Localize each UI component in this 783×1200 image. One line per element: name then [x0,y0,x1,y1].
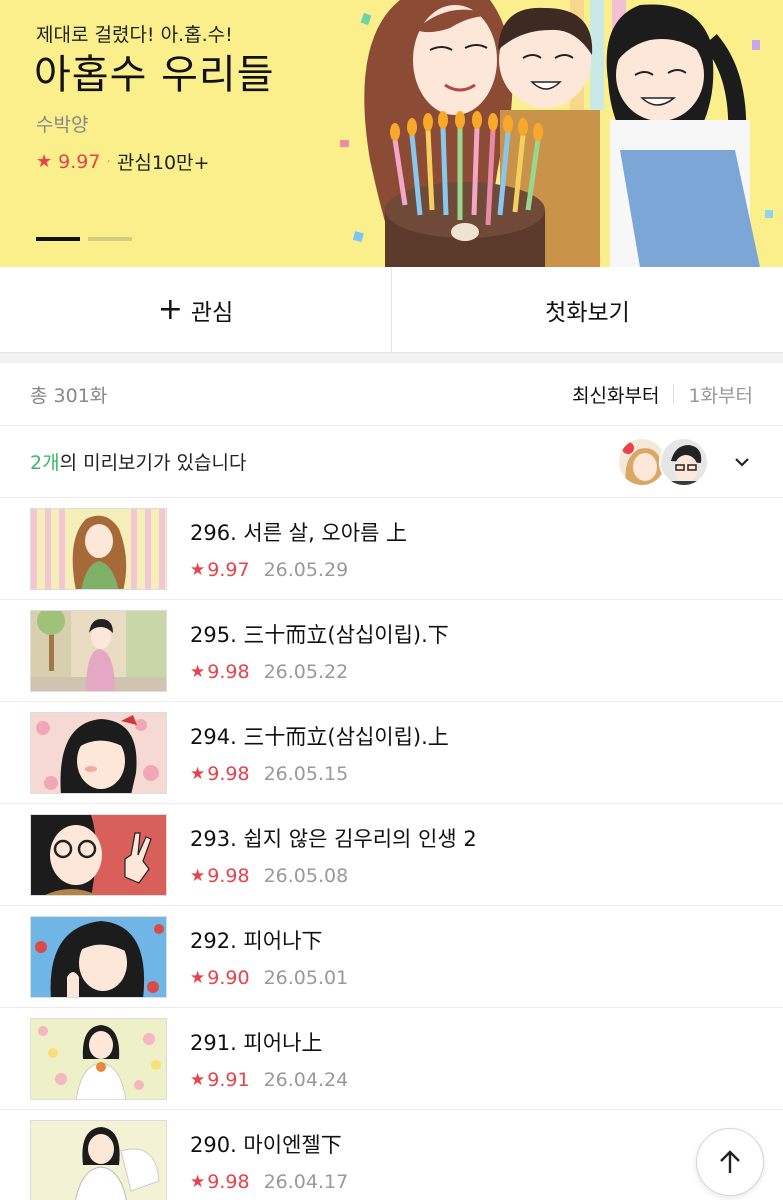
episode-title: 293. 쉽지 않은 김우리의 인생 2 [190,826,477,851]
series-title: 아홉수 우리들 [34,52,275,98]
episode-meta: ★ 9.98 26.05.08 [190,865,477,887]
interest-button-label: 관심 [190,299,234,326]
episode-date: 26.05.01 [263,966,349,989]
episode-date: 26.05.22 [263,660,349,683]
series-author[interactable]: 수박양 [36,110,88,137]
chevron-down-icon[interactable] [731,451,753,473]
episode-rating: 9.90 [207,966,250,989]
star-icon: ★ [190,967,206,988]
banner-pager[interactable] [36,237,132,241]
banner-artwork [340,0,783,267]
episode-info: 295. 三十而立(삼십이립).下 ★ 9.98 26.05.22 [190,619,449,683]
sort-separator [673,384,675,404]
pager-dot-active[interactable] [36,237,80,241]
episode-thumbnail [30,711,167,794]
episode-date: 26.05.08 [263,864,349,887]
episode-title: 295. 三十而立(삼십이립).下 [190,622,449,647]
episode-info: 290. 마이엔젤下 ★ 9.98 26.04.17 [190,1129,348,1193]
separator-dot: · [106,153,111,170]
episode-rating: 9.97 [207,558,250,581]
episode-date: 26.04.24 [263,1068,349,1091]
episode-list-header: 총 301화 최신화부터 1화부터 [0,363,783,426]
episode-date: 26.05.15 [263,762,349,785]
episode-thumbnail [30,507,167,590]
episode-item[interactable]: 290. 마이엔젤下 ★ 9.98 26.04.17 [0,1110,783,1200]
episode-info: 294. 三十而立(삼십이립).上 ★ 9.98 26.05.15 [190,721,449,785]
episode-title: 296. 서른 살, 오아름 上 [190,520,408,545]
sort-first-button[interactable]: 1화부터 [688,381,753,408]
episode-info: 291. 피어나上 ★ 9.91 26.04.24 [190,1027,348,1091]
series-rating: 9.97 [58,150,101,173]
sort-latest-button[interactable]: 최신화부터 [572,381,659,408]
episode-thumbnail [30,609,167,692]
episode-meta: ★ 9.98 26.04.17 [190,1171,348,1193]
episode-rating: 9.98 [207,864,250,887]
episode-info: 293. 쉽지 않은 김우리의 인생 2 ★ 9.98 26.05.08 [190,823,477,887]
first-episode-button[interactable]: 첫화보기 [391,267,783,352]
preview-label: 의 미리보기가 있습니다 [59,452,247,474]
episode-title: 292. 피어나下 [190,928,323,953]
star-icon: ★ [190,1069,206,1090]
series-interest-count: 관심10만+ [116,152,210,174]
episode-rating: 9.98 [207,762,250,785]
episode-list: 296. 서른 살, 오아름 上 ★ 9.97 26.05.29 295. 三十而立… [0,498,783,1200]
preview-avatar [659,436,709,487]
episode-item[interactable]: 294. 三十而立(삼십이립).上 ★ 9.98 26.05.15 [0,702,783,804]
episode-title: 291. 피어나上 [190,1030,323,1055]
episode-info: 296. 서른 살, 오아름 上 ★ 9.97 26.05.29 [190,517,407,581]
episode-date: 26.04.17 [263,1170,349,1193]
episode-item[interactable]: 291. 피어나上 ★ 9.91 26.04.24 [0,1008,783,1110]
pager-dot[interactable] [88,237,132,241]
star-icon: ★ [190,559,206,580]
episode-rating: 9.91 [207,1068,250,1091]
series-meta: ★ 9.97 · 관심10만+ [36,148,209,175]
star-icon: ★ [36,151,53,172]
preview-row[interactable]: 2개의 미리보기가 있습니다 [0,426,783,498]
episode-date: 26.05.29 [263,558,349,581]
episode-title: 290. 마이엔젤下 [190,1132,342,1157]
hero-banner[interactable]: 제대로 걸렸다! 아.홉.수! 아홉수 우리들 수박양 ★ 9.97 · 관심1… [0,0,783,267]
episode-meta: ★ 9.97 26.05.29 [190,559,407,581]
arrow-up-icon [720,1150,740,1173]
episode-rating: 9.98 [207,660,250,683]
star-icon: ★ [190,763,206,784]
preview-count: 2개 [30,452,60,474]
episode-meta: ★ 9.98 26.05.15 [190,763,449,785]
episode-item[interactable]: 295. 三十而立(삼십이립).下 ★ 9.98 26.05.22 [0,600,783,702]
section-divider [0,353,783,363]
action-bar: + 관심 첫화보기 [0,267,783,353]
interest-button[interactable]: + 관심 [0,267,391,352]
episode-item[interactable]: 292. 피어나下 ★ 9.90 26.05.01 [0,906,783,1008]
preview-text: 2개의 미리보기가 있습니다 [30,448,246,475]
star-icon: ★ [190,1171,206,1192]
first-episode-button-label: 첫화보기 [545,299,630,326]
scroll-top-button[interactable] [696,1128,764,1196]
star-icon: ★ [190,865,206,886]
episode-item[interactable]: 293. 쉽지 않은 김우리의 인생 2 ★ 9.98 26.05.08 [0,804,783,906]
episode-thumbnail [30,1119,167,1200]
episode-thumbnail [30,813,167,896]
plus-icon: + [157,291,183,327]
episode-title: 294. 三十而立(삼십이립).上 [190,724,449,749]
episode-meta: ★ 9.90 26.05.01 [190,967,348,989]
episode-meta: ★ 9.91 26.04.24 [190,1069,348,1091]
episode-thumbnail [30,1017,167,1100]
episode-meta: ★ 9.98 26.05.22 [190,661,449,683]
episode-info: 292. 피어나下 ★ 9.90 26.05.01 [190,925,348,989]
episode-item[interactable]: 296. 서른 살, 오아름 上 ★ 9.97 26.05.29 [0,498,783,600]
total-episode-count: 총 301화 [30,384,108,407]
star-icon: ★ [190,661,206,682]
episode-thumbnail [30,915,167,998]
episode-rating: 9.98 [207,1170,250,1193]
sort-options: 최신화부터 1화부터 [572,381,753,408]
preview-avatars [617,436,709,487]
